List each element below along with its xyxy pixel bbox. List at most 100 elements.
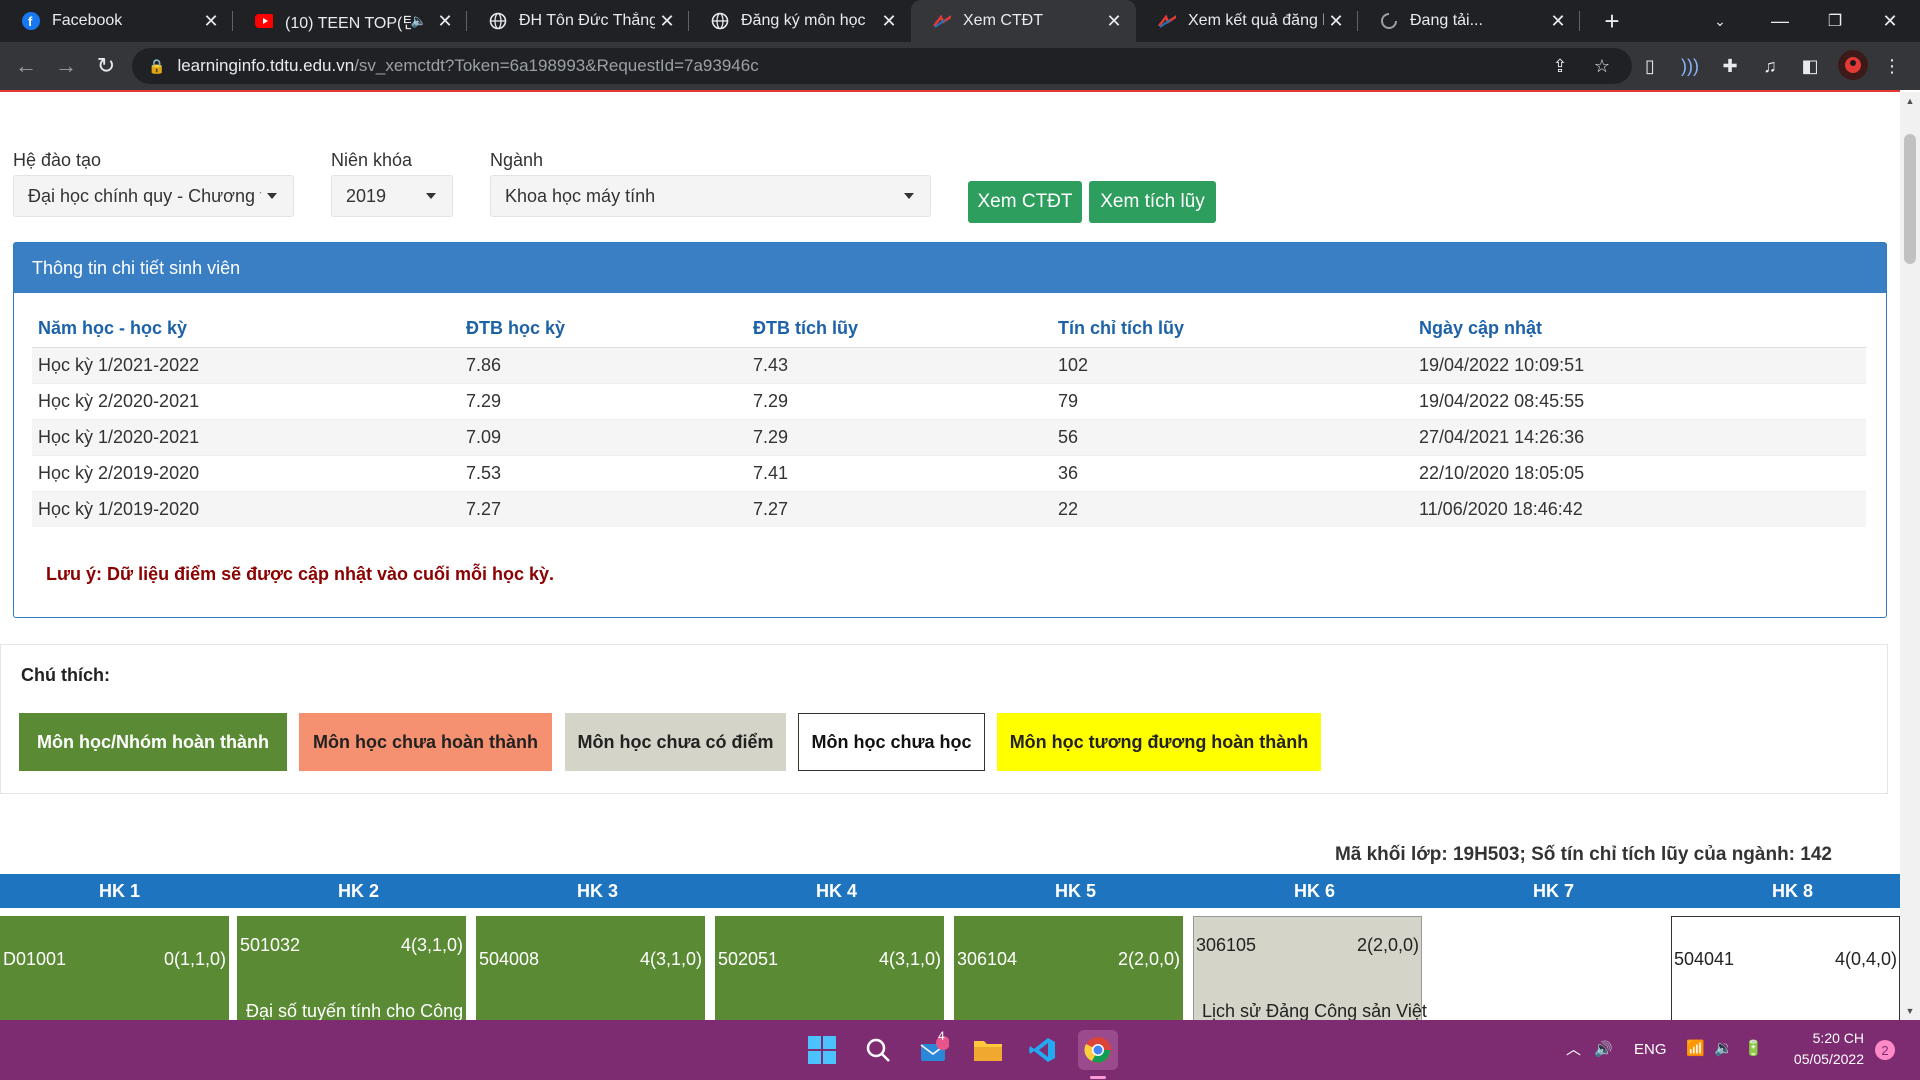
legend-completed: Môn học/Nhóm hoàn thành: [19, 713, 287, 771]
table-header-row: Năm học - học kỳ ĐTB học kỳ ĐTB tích lũy…: [32, 311, 1866, 348]
table-row: Học kỳ 1/2021-2022 7.86 7.43 102 19/04/2…: [32, 346, 1866, 383]
semester-header: HK 1 HK 2 HK 3 HK 4 HK 5 HK 6 HK 7 HK 8: [0, 874, 1900, 908]
course-code: 306104: [957, 949, 1018, 969]
legend-incomplete: Môn học chưa hoàn thành: [299, 713, 552, 771]
panel-title: Thông tin chi tiết sinh viên: [14, 243, 1886, 293]
browser-tab-strip: f Facebook ✕ (10) TEEN TOP(틴탑 🔈 ✕ ĐH Tôn…: [0, 0, 1920, 42]
close-icon[interactable]: ✕: [655, 9, 679, 33]
tab-youtube[interactable]: (10) TEEN TOP(틴탑 🔈 ✕: [233, 0, 467, 42]
column-header: Năm học - học kỳ: [32, 311, 460, 348]
search-icon[interactable]: [858, 1030, 898, 1070]
speaker-icon[interactable]: 🔈: [411, 13, 427, 29]
globe-icon: [489, 12, 507, 30]
close-icon[interactable]: ✕: [1102, 9, 1126, 33]
tab-xem-ket-qua[interactable]: Xem kết quả đăng ký ✕: [1136, 0, 1358, 42]
xem-ctdt-button[interactable]: Xem CTĐT: [968, 181, 1082, 223]
reload-button[interactable]: ↻: [90, 50, 122, 82]
tdtu-icon: [1158, 12, 1176, 30]
course-cell[interactable]: 306105 2(2,0,0) Lịch sử Đảng Công sản Vi…: [1193, 916, 1427, 1020]
xem-tich-luy-button[interactable]: Xem tích lũy: [1089, 181, 1216, 223]
course-cell[interactable]: 504008 4(3,1,0): [476, 916, 705, 1020]
nganh-select[interactable]: Khoa học máy tính: [490, 175, 931, 217]
extension-icon[interactable]: ▯: [1634, 50, 1666, 82]
tab-title: (10) TEEN TOP(틴탑: [285, 15, 411, 32]
media-control-icon[interactable]: ♫: [1754, 50, 1786, 82]
address-bar[interactable]: 🔒 learninginfo.tdtu.edu.vn/sv_xemctdt?To…: [132, 48, 1632, 84]
chevron-up-icon[interactable]: ︿: [1566, 1038, 1581, 1059]
course-cell[interactable]: 501032 4(3,1,0) Đại số tuyến tính cho Cô…: [237, 916, 466, 1020]
course-cell[interactable]: 306104 2(2,0,0): [954, 916, 1183, 1020]
window-close-button[interactable]: ✕: [1860, 0, 1920, 42]
course-cell[interactable]: D01001 0(1,1,0): [0, 916, 229, 1020]
close-icon[interactable]: ✕: [1546, 9, 1570, 33]
globe-icon: [711, 12, 729, 30]
tab-title: ĐH Tôn Đức Thắng | H: [519, 12, 655, 29]
tab-title: Xem kết quả đăng ký: [1188, 12, 1324, 29]
chrome-icon[interactable]: [1078, 1030, 1118, 1070]
puzzle-icon[interactable]: ✚: [1714, 50, 1746, 82]
vscode-icon[interactable]: [1022, 1030, 1062, 1070]
scrollbar-thumb[interactable]: [1904, 134, 1916, 264]
forward-button[interactable]: →: [50, 50, 82, 82]
nien-khoa-label: Niên khóa: [331, 150, 413, 170]
dropdown-caret-icon: [426, 193, 436, 199]
tab-xem-ctdt[interactable]: Xem CTĐT ✕: [911, 0, 1136, 42]
loading-icon: [1380, 12, 1398, 30]
restore-button[interactable]: ❐: [1805, 0, 1865, 42]
tab-facebook[interactable]: f Facebook ✕: [0, 0, 233, 42]
tab-title: Đăng ký môn học: [741, 12, 866, 29]
volume-icon[interactable]: 🔊: [1594, 1040, 1613, 1058]
dropdown-caret-icon: [267, 193, 277, 199]
semester-label: HK 8: [1771, 880, 1813, 901]
new-tab-button[interactable]: +: [1597, 6, 1627, 36]
tdtu-icon: [933, 12, 951, 30]
page-content: Hệ đào tạo Đại học chính quy - Chương tr…: [0, 92, 1900, 1020]
mail-icon[interactable]: 4: [914, 1029, 954, 1070]
he-dao-tao-label: Hệ đào tạo: [13, 150, 102, 170]
tab-loading[interactable]: Đang tải... ✕: [1358, 0, 1580, 42]
speaker-icon[interactable]: 🔉: [1714, 1039, 1733, 1057]
page-scrollbar[interactable]: ▲ ▼: [1900, 92, 1920, 1020]
course-credits: 4(3,1,0): [639, 949, 702, 969]
lock-icon[interactable]: 🔒: [148, 58, 165, 75]
windows-start-icon[interactable]: [802, 1030, 842, 1070]
profile-avatar[interactable]: [1838, 50, 1868, 80]
course-cell[interactable]: 502051 4(3,1,0): [715, 916, 944, 1020]
course-cell[interactable]: 504041 4(0,4,0): [1671, 916, 1900, 1020]
scroll-up-arrow-icon[interactable]: ▲: [1900, 92, 1920, 110]
share-icon[interactable]: ⇪: [1542, 48, 1578, 84]
close-icon[interactable]: ✕: [1324, 9, 1348, 33]
close-icon[interactable]: ✕: [433, 9, 457, 33]
url-text: learninginfo.tdtu.edu.vn/sv_xemctdt?Toke…: [177, 56, 759, 75]
minimize-button[interactable]: —: [1750, 0, 1810, 42]
course-credits: 2(2,0,0): [1117, 949, 1180, 969]
battery-icon[interactable]: 🔋: [1744, 1039, 1763, 1057]
wifi-icon[interactable]: 📶: [1686, 1039, 1705, 1057]
scroll-down-arrow-icon[interactable]: ▼: [1900, 1002, 1920, 1020]
file-explorer-icon[interactable]: [968, 1030, 1008, 1070]
audio-extension-icon[interactable]: ))): [1674, 50, 1706, 82]
bookmark-star-icon[interactable]: ☆: [1584, 48, 1620, 84]
close-icon[interactable]: ✕: [877, 9, 901, 33]
course-credits: 4(3,1,0): [878, 949, 941, 969]
student-info-panel: Thông tin chi tiết sinh viên Năm học - h…: [13, 242, 1887, 618]
he-dao-tao-select[interactable]: Đại học chính quy - Chương tr: [13, 175, 294, 217]
course-credits: 4(0,4,0): [1834, 949, 1897, 969]
tab-dang-ky-mon-hoc[interactable]: Đăng ký môn học ✕: [689, 0, 911, 42]
column-header: ĐTB tích lũy: [747, 311, 1052, 348]
nien-khoa-select[interactable]: 2019: [331, 175, 453, 217]
tab-search-icon[interactable]: ⌄: [1690, 0, 1750, 42]
menu-dots-icon[interactable]: ⋮: [1876, 50, 1908, 82]
back-button[interactable]: ←: [10, 50, 42, 82]
clock-date[interactable]: 05/05/2022: [1784, 1051, 1864, 1067]
nganh-label: Ngành: [490, 150, 544, 170]
course-credits: 4(3,1,0): [400, 935, 463, 955]
language-indicator[interactable]: ENG: [1634, 1041, 1667, 1058]
course-code: 306105: [1196, 935, 1257, 955]
close-icon[interactable]: ✕: [199, 9, 223, 33]
notification-badge[interactable]: 2: [1875, 1040, 1895, 1060]
tab-tdtu-home[interactable]: ĐH Tôn Đức Thắng | H ✕: [467, 0, 689, 42]
semester-label: HK 7: [1532, 880, 1574, 901]
side-panel-icon[interactable]: ◧: [1794, 50, 1826, 82]
clock-time[interactable]: 5:20 CH: [1794, 1030, 1864, 1046]
